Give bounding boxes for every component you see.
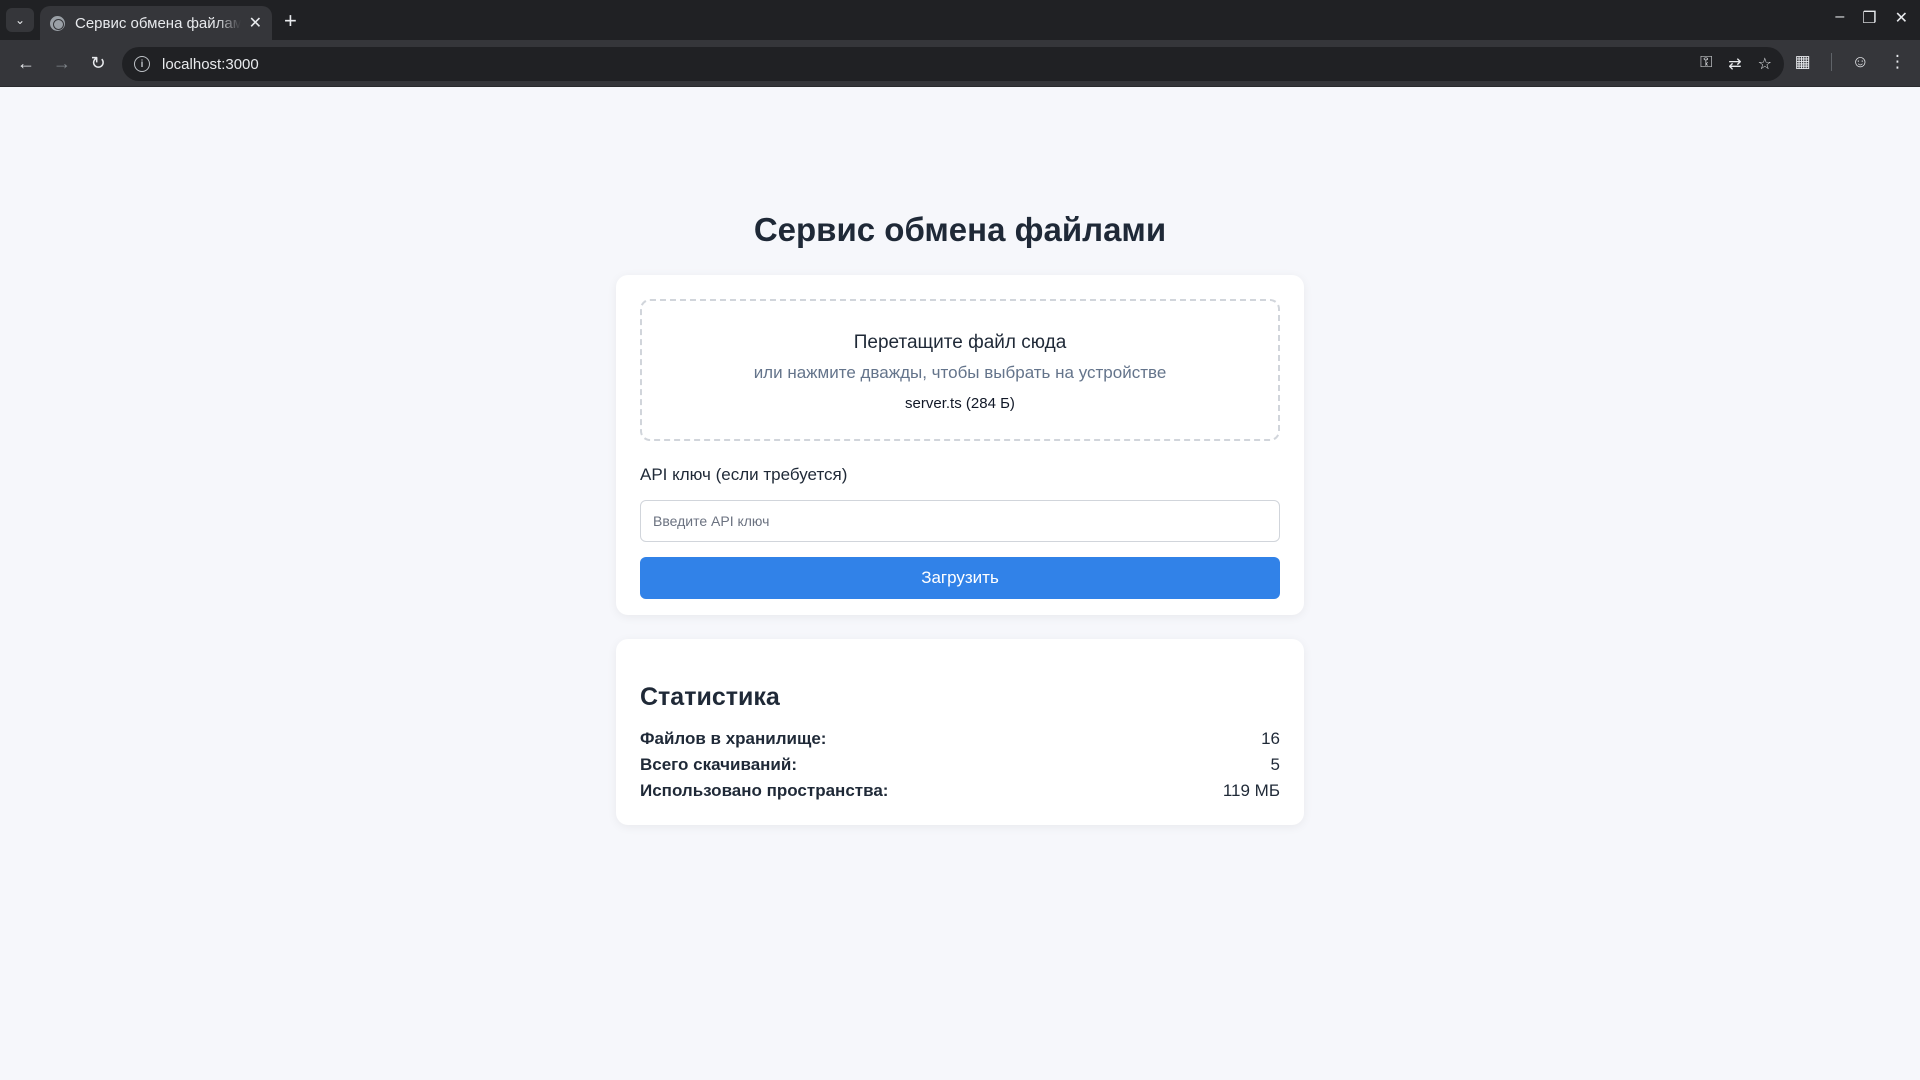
globe-icon (50, 15, 65, 31)
star-icon[interactable]: ☆ (1758, 54, 1772, 74)
kebab-menu-icon[interactable]: ⋮ (1889, 52, 1906, 72)
browser-tab-bar: ⌄ Сервис обмена файлами ✕ + – ❐ ✕ (0, 0, 1920, 40)
stats-card: Статистика Файлов в хранилище: 16 Всего … (616, 639, 1304, 825)
new-tab-button[interactable]: + (284, 8, 297, 34)
page-content: Сервис обмена файлами Перетащите файл сю… (0, 87, 1920, 1080)
stat-value: 5 (1270, 755, 1280, 774)
reload-button[interactable]: ↻ (82, 47, 114, 79)
info-icon[interactable]: i (134, 56, 150, 72)
close-window-icon[interactable]: ✕ (1895, 8, 1908, 28)
tab-search-button[interactable]: ⌄ (6, 8, 34, 32)
chevron-down-icon: ⌄ (14, 13, 26, 27)
upload-card: Перетащите файл сюда или нажмите дважды,… (616, 275, 1304, 615)
stat-value: 119 МБ (1222, 781, 1280, 800)
toolbar-divider (1830, 53, 1832, 71)
stat-label: Всего скачиваний: (640, 755, 797, 774)
back-button[interactable]: ← (10, 47, 42, 79)
translate-icon[interactable]: ⇄ (1728, 54, 1741, 74)
forward-button[interactable]: → (46, 47, 78, 79)
stat-label: Использовано пространства: (640, 781, 889, 800)
address-bar[interactable]: i localhost:3000 ⚿ ⇄ ☆ (122, 47, 1784, 81)
stat-row-downloads: Всего скачиваний: 5 (640, 752, 1280, 778)
puzzle-icon[interactable]: ▦ (1795, 52, 1811, 72)
arrow-right-icon: → (53, 52, 71, 73)
browser-toolbar: ← → ↻ i localhost:3000 ⚿ ⇄ ☆ ▦ ☺ ⋮ (0, 40, 1920, 87)
dropzone-title: Перетащите файл сюда (853, 332, 1067, 353)
toolbar-right-actions: ▦ ☺ ⋮ (1795, 52, 1906, 72)
page-title: Сервис обмена файлами (753, 211, 1167, 248)
browser-tab[interactable]: Сервис обмена файлами ✕ (40, 6, 272, 40)
url-text[interactable]: localhost:3000 (162, 56, 259, 73)
upload-button[interactable]: Загрузить (640, 557, 1280, 599)
tab-title: Сервис обмена файлами (75, 14, 241, 32)
stat-value: 16 (1261, 729, 1280, 748)
selected-file: server.ts (284 Б) (905, 395, 1015, 412)
dropzone-subtitle: или нажмите дважды, чтобы выбрать на уст… (753, 363, 1167, 382)
key-icon[interactable]: ⚿ (1700, 54, 1712, 74)
close-icon[interactable]: ✕ (249, 13, 262, 33)
api-key-label: API ключ (если требуется) (640, 465, 848, 484)
stats-list: Файлов в хранилище: 16 Всего скачиваний:… (640, 726, 1280, 804)
address-bar-actions: ⚿ ⇄ ☆ (1700, 54, 1772, 74)
arrow-left-icon: ← (17, 52, 35, 73)
stat-row-space: Использовано пространства: 119 МБ (640, 778, 1280, 804)
window-controls: – ❐ ✕ (1835, 8, 1908, 28)
minimize-icon[interactable]: – (1835, 8, 1844, 28)
stat-label: Файлов в хранилище: (640, 729, 827, 748)
stat-row-files: Файлов в хранилище: 16 (640, 726, 1280, 752)
api-key-input[interactable] (640, 500, 1280, 542)
profile-icon[interactable]: ☺ (1852, 52, 1869, 72)
file-dropzone[interactable]: Перетащите файл сюда или нажмите дважды,… (640, 299, 1280, 441)
reload-icon: ↻ (90, 52, 106, 73)
restore-icon[interactable]: ❐ (1862, 8, 1876, 28)
stats-title: Статистика (640, 683, 780, 711)
